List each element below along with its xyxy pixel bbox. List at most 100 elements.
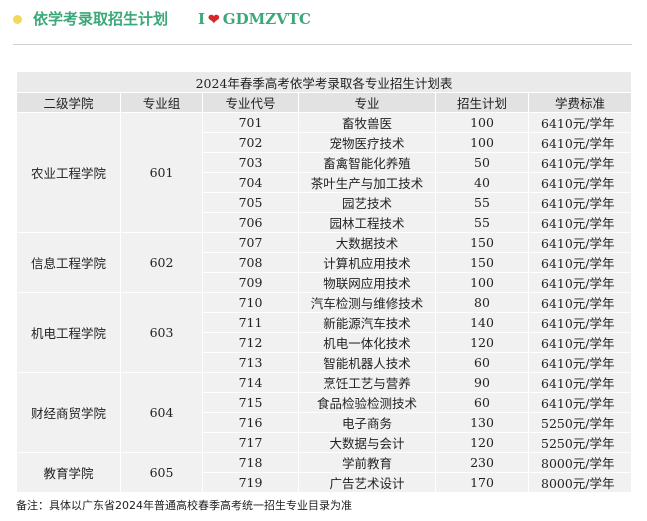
tuition-cell: 8000元/学年 — [528, 452, 632, 473]
enrollment-cell: 120 — [435, 332, 529, 353]
major-name-cell: 广告艺术设计 — [298, 472, 436, 493]
tuition-cell: 5250元/学年 — [528, 412, 632, 433]
major-name-cell: 大数据与会计 — [298, 432, 436, 453]
major-name-cell: 计算机应用技术 — [298, 252, 436, 273]
table-caption: 2024年春季高考依学考录取各专业招生计划表 — [16, 71, 632, 93]
table-caption-row: 2024年春季高考依学考录取各专业招生计划表 — [16, 71, 632, 93]
major-code-cell: 716 — [202, 412, 299, 433]
tuition-cell: 6410元/学年 — [528, 212, 632, 233]
college-cell: 机电工程学院 — [16, 292, 121, 373]
page-header: 依学考录取招生计划 I ❤ GDMZVTC — [0, 0, 647, 44]
tuition-cell: 8000元/学年 — [528, 472, 632, 493]
brand-prefix: I — [198, 10, 206, 28]
major-code-cell: 708 — [202, 252, 299, 273]
enrollment-table-container: 2024年春季高考依学考录取各专业招生计划表 二级学院 专业组 专业代号 专业 招生计划… — [16, 71, 632, 493]
tuition-cell: 5250元/学年 — [528, 432, 632, 453]
header-divider — [13, 44, 632, 45]
table-row: 教育学院 605 718 学前教育 230 8000元/学年 — [16, 452, 632, 493]
group-cell: 605 — [120, 452, 203, 493]
table-row: 机电工程学院 603 710 汽车检测与维修技术 80 6410元/学年 — [16, 292, 632, 373]
enrollment-cell: 100 — [435, 132, 529, 153]
tuition-cell: 6410元/学年 — [528, 352, 632, 373]
major-name-cell: 物联网应用技术 — [298, 272, 436, 293]
major-name-cell: 畜牧兽医 — [298, 112, 436, 133]
table-body: 农业工程学院 601 701 畜牧兽医 100 6410元/学年 702 宠物医疗技术 100 6… — [16, 112, 632, 493]
college-cell: 信息工程学院 — [16, 232, 121, 293]
major-code-cell: 719 — [202, 472, 299, 493]
group-cell: 603 — [120, 292, 203, 373]
college-cell: 财经商贸学院 — [16, 372, 121, 453]
major-code-cell: 713 — [202, 352, 299, 373]
enrollment-cell: 55 — [435, 212, 529, 233]
enrollment-cell: 90 — [435, 372, 529, 393]
column-header: 专业 — [298, 92, 436, 113]
brand-slogan: I ❤ GDMZVTC — [198, 8, 311, 31]
major-name-cell: 学前教育 — [298, 452, 436, 473]
table-header-row: 二级学院 专业组 专业代号 专业 招生计划 学费标准 — [16, 92, 632, 113]
column-header: 学费标准 — [528, 92, 632, 113]
tuition-cell: 6410元/学年 — [528, 332, 632, 353]
enrollment-cell: 60 — [435, 392, 529, 413]
tuition-cell: 6410元/学年 — [528, 372, 632, 393]
enrollment-cell: 170 — [435, 472, 529, 493]
column-header: 招生计划 — [435, 92, 529, 113]
major-code-cell: 702 — [202, 132, 299, 153]
major-name-cell: 电子商务 — [298, 412, 436, 433]
tuition-cell: 6410元/学年 — [528, 132, 632, 153]
group-cell: 604 — [120, 372, 203, 453]
major-name-cell: 烹饪工艺与营养 — [298, 372, 436, 393]
major-name-cell: 汽车检测与维修技术 — [298, 292, 436, 313]
heart-icon: ❤ — [208, 12, 220, 28]
major-code-cell: 717 — [202, 432, 299, 453]
group-cell: 601 — [120, 112, 203, 233]
enrollment-cell: 50 — [435, 152, 529, 173]
brand-name: GDMZVTC — [222, 10, 311, 28]
major-code-cell: 704 — [202, 172, 299, 193]
column-header: 专业组 — [120, 92, 203, 113]
major-name-cell: 新能源汽车技术 — [298, 312, 436, 333]
footnote: 备注：具体以广东省2024年普通高校春季高考统一招生专业目录为准 — [16, 499, 352, 512]
major-code-cell: 714 — [202, 372, 299, 393]
tuition-cell: 6410元/学年 — [528, 172, 632, 193]
major-name-cell: 畜禽智能化养殖 — [298, 152, 436, 173]
major-name-cell: 智能机器人技术 — [298, 352, 436, 373]
enrollment-cell: 150 — [435, 232, 529, 253]
table-row: 农业工程学院 601 701 畜牧兽医 100 6410元/学年 — [16, 112, 632, 233]
enrollment-cell: 100 — [435, 272, 529, 293]
major-code-cell: 711 — [202, 312, 299, 333]
major-name-cell: 食品检验检测技术 — [298, 392, 436, 413]
major-name-cell: 茶叶生产与加工技术 — [298, 172, 436, 193]
page-title: 依学考录取招生计划 — [33, 10, 169, 28]
enrollment-plan-table: 2024年春季高考依学考录取各专业招生计划表 二级学院 专业组 专业代号 专业 招生计划… — [16, 71, 632, 493]
column-header: 二级学院 — [16, 92, 121, 113]
major-code-cell: 715 — [202, 392, 299, 413]
tuition-cell: 6410元/学年 — [528, 112, 632, 133]
major-code-cell: 707 — [202, 232, 299, 253]
major-name-cell: 机电一体化技术 — [298, 332, 436, 353]
major-code-cell: 710 — [202, 292, 299, 313]
table-row: 信息工程学院 602 707 大数据技术 150 6410元/学年 — [16, 232, 632, 293]
major-code-cell: 718 — [202, 452, 299, 473]
enrollment-cell: 230 — [435, 452, 529, 473]
column-header: 专业代号 — [202, 92, 299, 113]
table-row: 财经商贸学院 604 714 烹饪工艺与营养 90 6410元/学年 — [16, 372, 632, 453]
major-code-cell: 712 — [202, 332, 299, 353]
tuition-cell: 6410元/学年 — [528, 252, 632, 273]
enrollment-cell: 140 — [435, 312, 529, 333]
enrollment-cell: 130 — [435, 412, 529, 433]
tuition-cell: 6410元/学年 — [528, 232, 632, 253]
major-code-cell: 703 — [202, 152, 299, 173]
enrollment-cell: 55 — [435, 192, 529, 213]
enrollment-cell: 100 — [435, 112, 529, 133]
major-name-cell: 宠物医疗技术 — [298, 132, 436, 153]
tuition-cell: 6410元/学年 — [528, 292, 632, 313]
enrollment-cell: 80 — [435, 292, 529, 313]
major-code-cell: 701 — [202, 112, 299, 133]
major-name-cell: 园林工程技术 — [298, 212, 436, 233]
tuition-cell: 6410元/学年 — [528, 152, 632, 173]
enrollment-cell: 60 — [435, 352, 529, 373]
enrollment-cell: 150 — [435, 252, 529, 273]
major-code-cell: 706 — [202, 212, 299, 233]
group-cell: 602 — [120, 232, 203, 293]
tuition-cell: 6410元/学年 — [528, 192, 632, 213]
